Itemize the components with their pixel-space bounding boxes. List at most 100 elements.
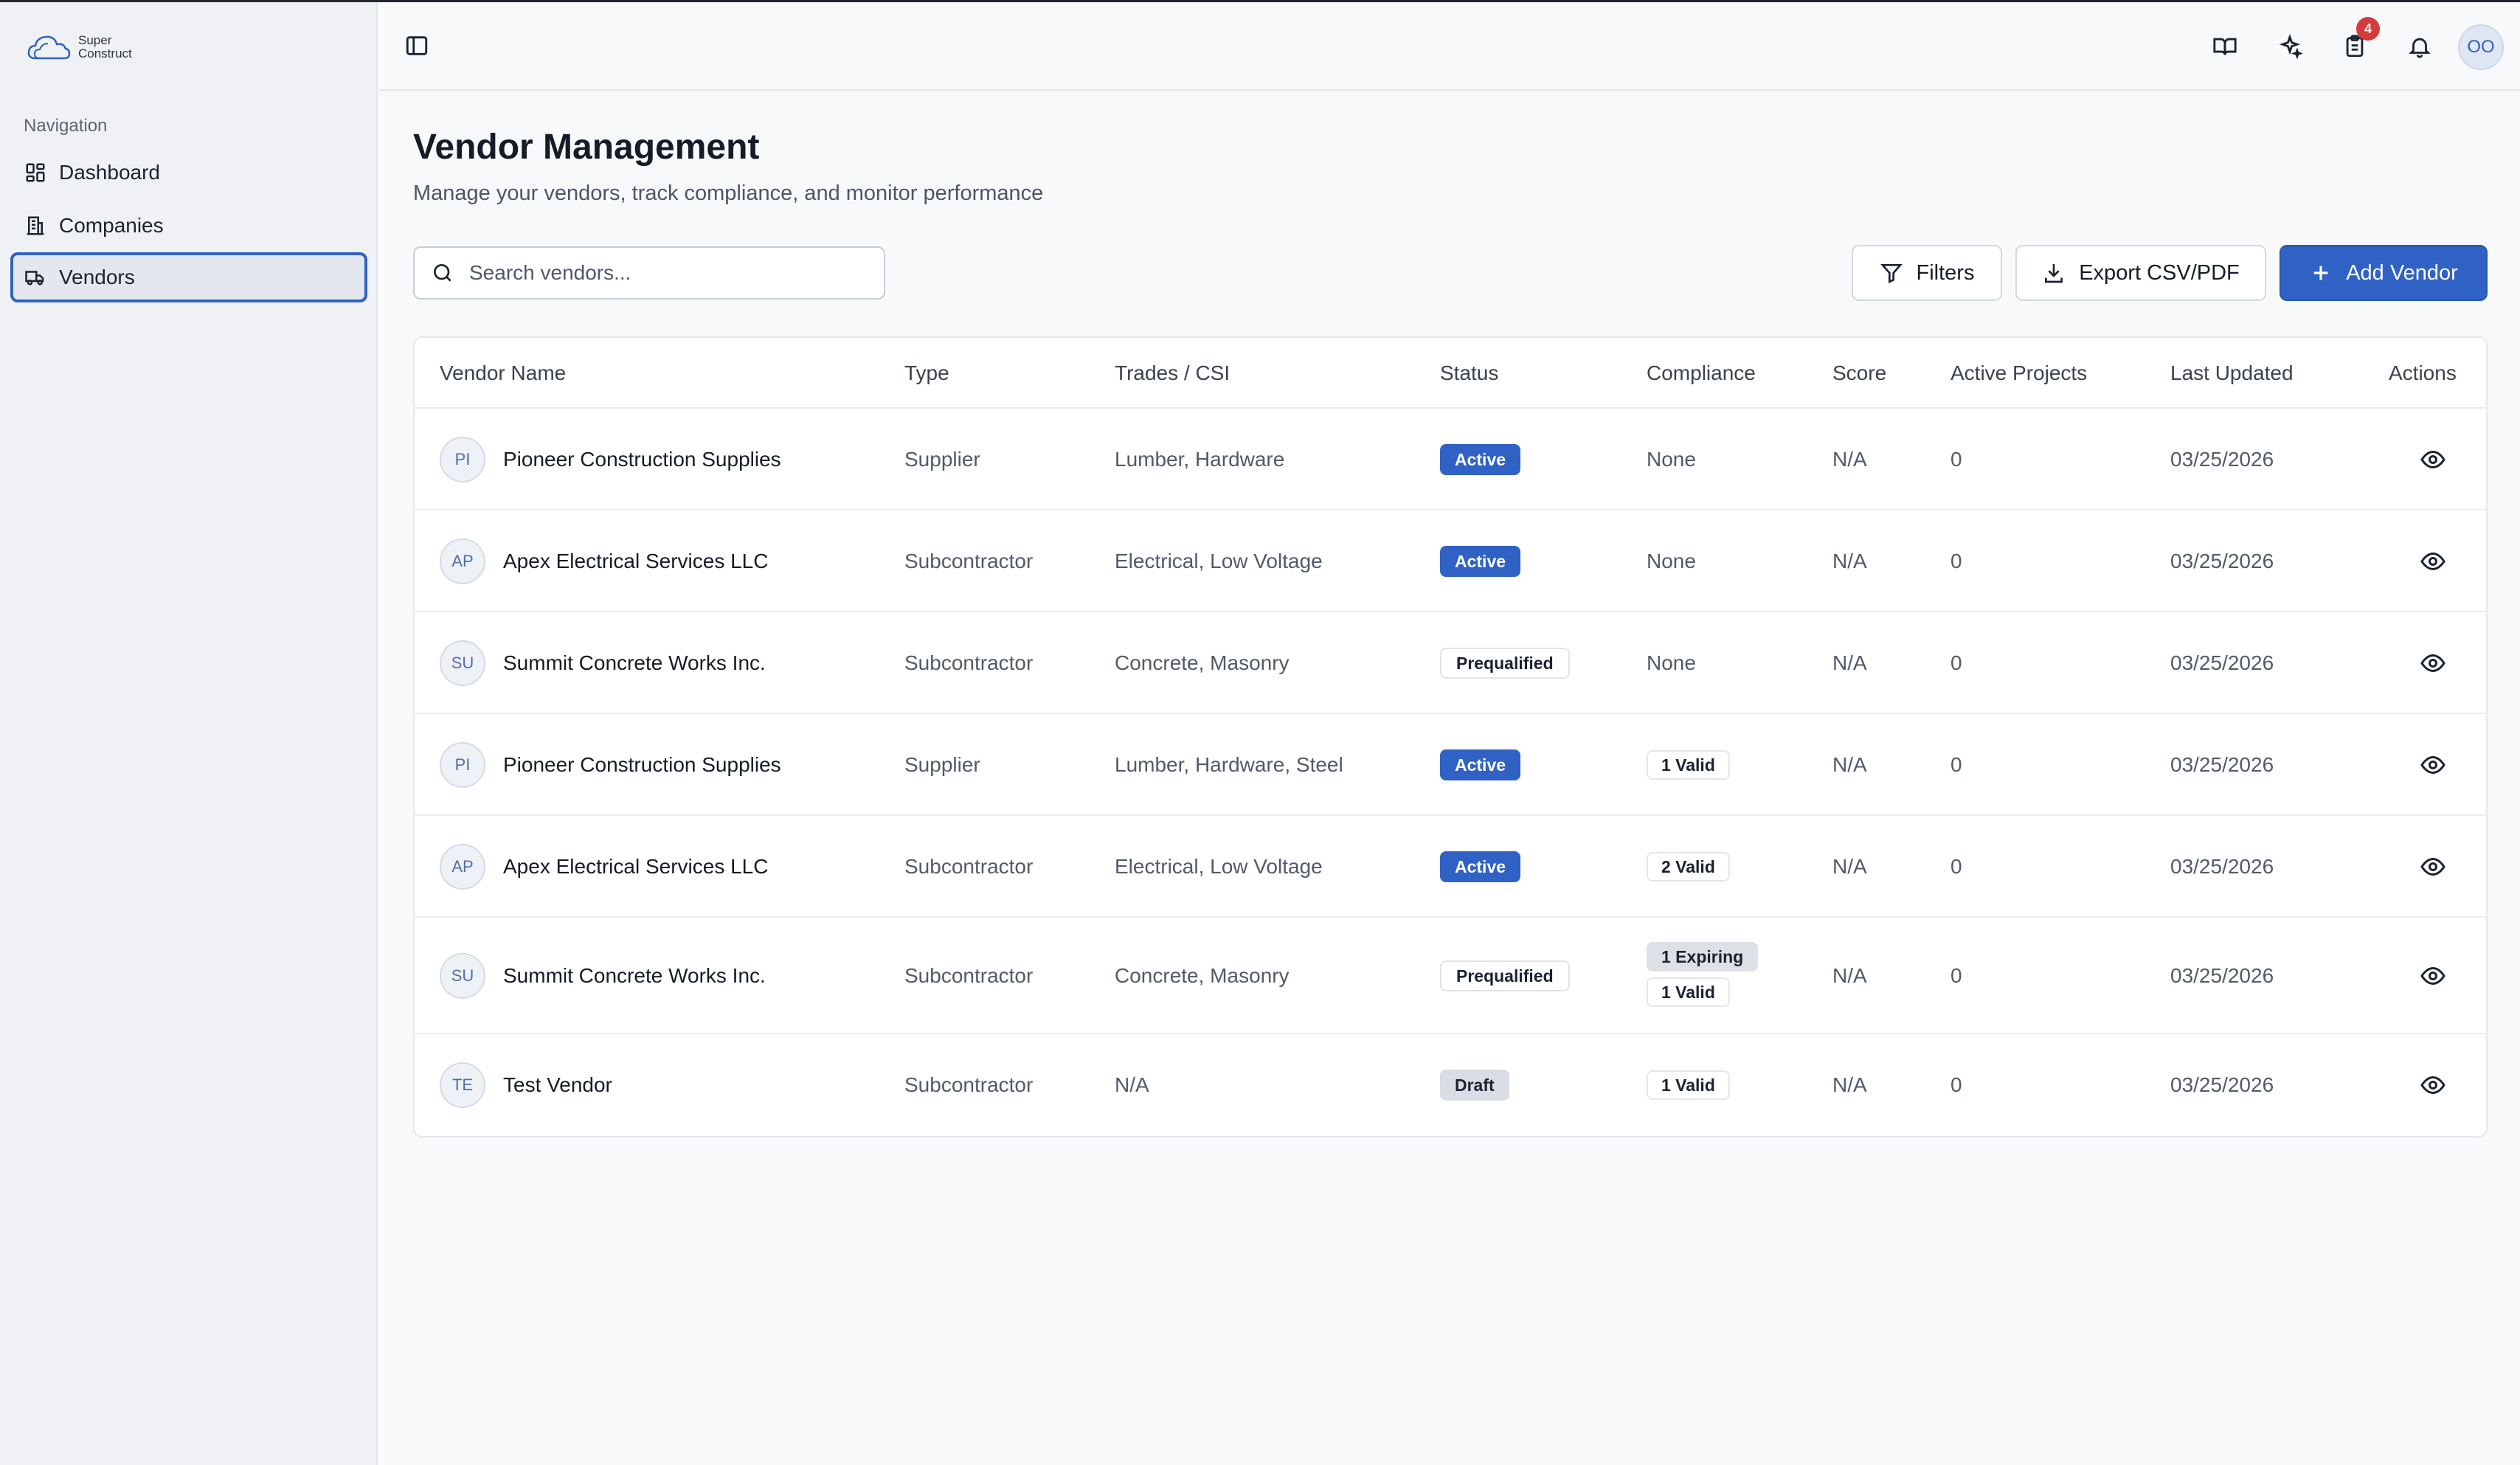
view-eye-icon[interactable]	[2420, 650, 2446, 676]
vendor-name[interactable]: Apex Electrical Services LLC	[503, 855, 768, 879]
vendor-initials-avatar: SU	[440, 953, 485, 999]
vendor-name[interactable]: Test Vendor	[503, 1073, 612, 1097]
status-badge: Active	[1440, 444, 1521, 475]
vendor-name[interactable]: Apex Electrical Services LLC	[503, 550, 768, 573]
column-header-compliance[interactable]: Compliance	[1647, 361, 1756, 385]
sidebar-item-vendors[interactable]: Vendors	[10, 252, 367, 302]
vendor-score: N/A	[1832, 753, 1867, 776]
vendor-initials-avatar: TE	[440, 1062, 485, 1108]
truck-icon	[24, 266, 47, 289]
active-projects-count: 0	[1950, 964, 1962, 987]
compliance-badge: 1 Expiring	[1647, 942, 1759, 972]
sidebar-toggle-icon[interactable]	[404, 33, 429, 58]
add-vendor-button[interactable]: Add Vendor	[2280, 245, 2488, 301]
vendor-trades: Concrete, Masonry	[1115, 651, 1290, 674]
view-eye-icon[interactable]	[2420, 853, 2446, 880]
status-badge: Active	[1440, 851, 1521, 882]
vendor-trades: Lumber, Hardware	[1115, 448, 1285, 471]
logo-line2: Construct	[78, 46, 132, 60]
status-badge: Active	[1440, 546, 1521, 577]
compliance-text: None	[1647, 448, 1696, 471]
logo-line1: Super	[78, 33, 112, 47]
active-projects-count: 0	[1950, 855, 1962, 878]
dashboard-grid-icon	[24, 161, 47, 184]
search-input[interactable]	[468, 260, 866, 285]
filters-label: Filters	[1916, 260, 1975, 285]
bell-icon[interactable]	[2405, 32, 2434, 61]
vendor-type: Supplier	[904, 753, 980, 776]
sparkles-icon[interactable]	[2275, 32, 2305, 61]
sidebar-item-label: Companies	[59, 214, 164, 237]
top-header: 4 OO	[379, 2, 2520, 91]
last-updated-date: 03/25/2026	[2170, 550, 2274, 572]
book-icon[interactable]	[2210, 32, 2240, 61]
vendor-score: N/A	[1832, 550, 1867, 572]
view-eye-icon[interactable]	[2420, 752, 2446, 778]
vendor-score: N/A	[1832, 1073, 1867, 1096]
table-row[interactable]: SU Summit Concrete Works Inc. Subcontracto…	[415, 918, 2486, 1034]
compliance-badge: 2 Valid	[1647, 852, 1730, 882]
sidebar-item-dashboard[interactable]: Dashboard	[10, 148, 367, 198]
page-title: Vendor Management	[413, 128, 760, 167]
table-row[interactable]: PI Pioneer Construction Supplies Supplier L…	[415, 714, 2486, 816]
filter-icon	[1880, 264, 1903, 284]
download-icon	[2045, 264, 2063, 283]
view-eye-icon[interactable]	[2420, 1072, 2446, 1098]
status-badge: Prequalified	[1440, 648, 1570, 679]
status-badge: Prequalified	[1440, 960, 1570, 991]
cloud-logo-icon	[27, 35, 71, 60]
filters-button[interactable]: Filters	[1852, 245, 2002, 301]
table-header: Vendor Name Type Trades / CSI Status Com…	[415, 338, 2486, 409]
page-subtitle: Manage your vendors, track compliance, a…	[413, 181, 1044, 205]
column-header-status[interactable]: Status	[1440, 361, 1498, 385]
vendor-trades: Lumber, Hardware, Steel	[1115, 753, 1343, 776]
table-row[interactable]: AP Apex Electrical Services LLC Subcontrac…	[415, 816, 2486, 918]
user-avatar[interactable]: OO	[2458, 24, 2504, 70]
nav-heading: Navigation	[24, 116, 108, 136]
vendor-name[interactable]: Pioneer Construction Supplies	[503, 448, 781, 471]
active-projects-count: 0	[1950, 1073, 1962, 1096]
plus-icon	[2313, 266, 2328, 280]
export-button[interactable]: Export CSV/PDF	[2015, 245, 2266, 301]
last-updated-date: 03/25/2026	[2170, 1073, 2274, 1096]
column-header-trades[interactable]: Trades / CSI	[1115, 361, 1230, 385]
table-row[interactable]: AP Apex Electrical Services LLC Subcontrac…	[415, 510, 2486, 612]
vendor-initials-avatar: PI	[440, 437, 485, 482]
column-header-last-updated[interactable]: Last Updated	[2170, 361, 2294, 385]
vendor-name[interactable]: Summit Concrete Works Inc.	[503, 964, 766, 988]
compliance-badge: 1 Valid	[1647, 750, 1730, 780]
view-eye-icon[interactable]	[2420, 446, 2446, 473]
search-icon	[434, 264, 451, 282]
view-eye-icon[interactable]	[2420, 963, 2446, 989]
sidebar-item-companies[interactable]: Companies	[10, 201, 367, 251]
table-row[interactable]: TE Test Vendor Subcontractor N/A Draft 1 Vali…	[415, 1034, 2486, 1136]
status-badge: Draft	[1440, 1070, 1509, 1101]
vendor-type: Subcontractor	[904, 651, 1034, 674]
sidebar-item-label: Dashboard	[59, 161, 160, 184]
column-header-vendor-name[interactable]: Vendor Name	[440, 361, 566, 385]
last-updated-date: 03/25/2026	[2170, 855, 2274, 878]
app-logo[interactable]: Super Construct	[25, 29, 132, 66]
compliance-badge: 1 Valid	[1647, 1070, 1730, 1100]
vendor-initials-avatar: AP	[440, 538, 485, 584]
compliance-text: None	[1647, 550, 1696, 572]
building-icon	[24, 214, 47, 238]
column-header-type[interactable]: Type	[904, 361, 949, 385]
table-row[interactable]: SU Summit Concrete Works Inc. Subcontracto…	[415, 612, 2486, 714]
compliance-badge: 1 Valid	[1647, 977, 1730, 1007]
column-header-score[interactable]: Score	[1832, 361, 1886, 385]
vendor-trades: Concrete, Masonry	[1115, 964, 1290, 987]
vendor-trades: N/A	[1115, 1073, 1149, 1096]
vendor-name[interactable]: Summit Concrete Works Inc.	[503, 651, 766, 675]
vendor-type: Subcontractor	[904, 1073, 1034, 1096]
column-header-active-projects[interactable]: Active Projects	[1950, 361, 2087, 385]
last-updated-date: 03/25/2026	[2170, 964, 2274, 987]
table-row[interactable]: PI Pioneer Construction Supplies Supplier L…	[415, 409, 2486, 510]
last-updated-date: 03/25/2026	[2170, 448, 2274, 471]
vendor-name[interactable]: Pioneer Construction Supplies	[503, 753, 781, 777]
view-eye-icon[interactable]	[2420, 548, 2446, 575]
active-projects-count: 0	[1950, 651, 1962, 674]
vendor-initials-avatar: AP	[440, 844, 485, 890]
vendor-trades: Electrical, Low Voltage	[1115, 550, 1323, 572]
active-projects-count: 0	[1950, 448, 1962, 471]
